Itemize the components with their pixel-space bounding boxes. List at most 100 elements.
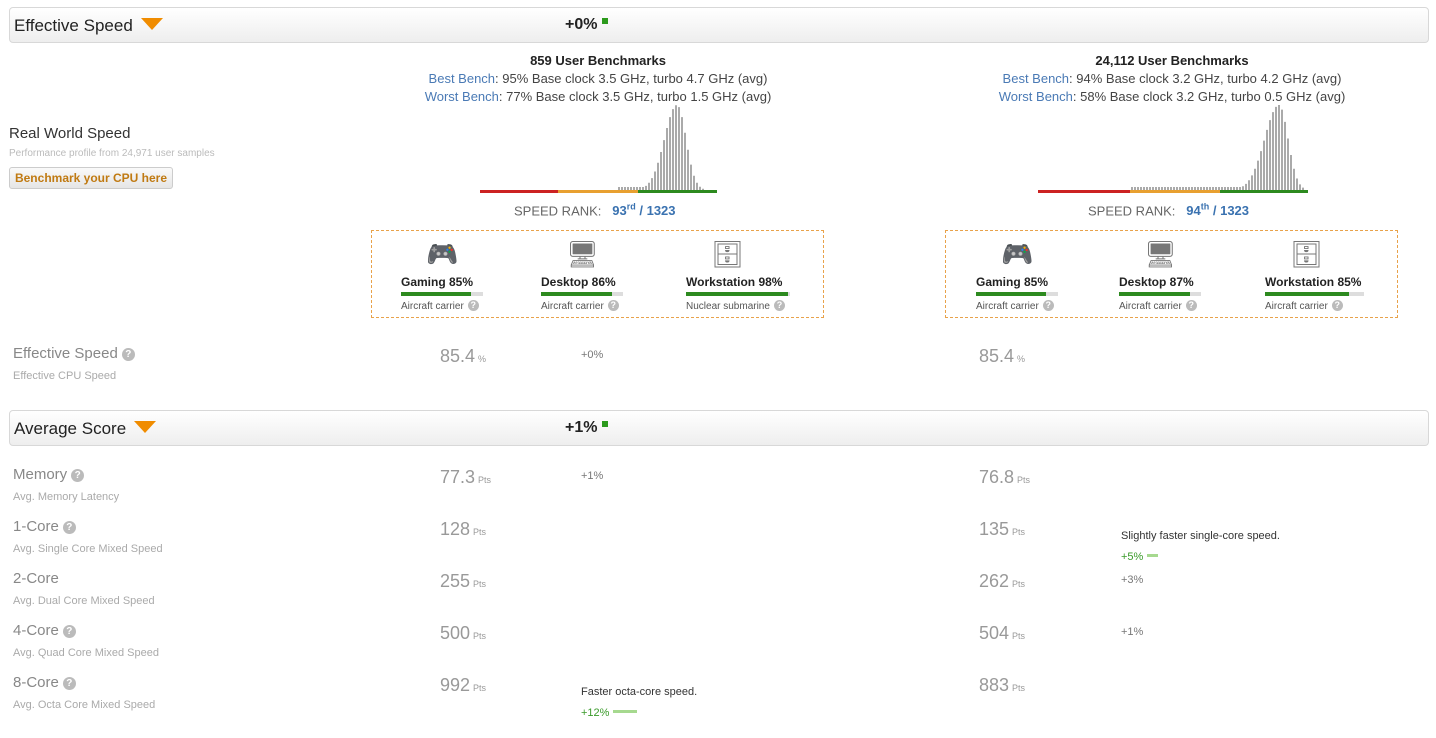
unit-text: Pts	[1012, 631, 1026, 641]
row-label-text: Effective Speed	[13, 345, 118, 362]
right-bench-count: 24,112 User Benchmarks	[1095, 53, 1249, 68]
delta-bar	[1147, 554, 1159, 557]
monitor-icon: 🖥	[566, 239, 600, 269]
unit-text: %	[478, 354, 487, 364]
real-world-speed-subtitle: Performance profile from 24,971 user sam…	[9, 148, 215, 159]
use-bar-fill	[1119, 292, 1191, 296]
delta-value: +0%	[565, 16, 598, 33]
score-row-sub: Avg. Quad Core Mixed Speed	[13, 647, 159, 659]
score-row-label: 8-Core?	[13, 674, 76, 691]
right-benchmark-histogram	[1038, 105, 1308, 193]
left-use-cases: 🎮 Gaming 85% Aircraft carrier? 🖥 Desktop…	[371, 230, 824, 318]
gamepad-icon: 🎮	[426, 239, 459, 269]
histogram-range-segment	[1130, 190, 1220, 193]
help-icon[interactable]: ?	[1042, 300, 1054, 311]
score-delta: +3%	[1121, 574, 1144, 586]
right-score-value: 262 Pts	[979, 571, 1025, 592]
use-label: Desktop 87%	[1119, 275, 1194, 289]
left-effective-speed-value: 85.4%	[440, 346, 486, 367]
best-bench-link[interactable]: Best Bench	[429, 71, 496, 86]
value-text: 883	[979, 675, 1010, 695]
collapse-triangle-icon[interactable]	[134, 421, 157, 433]
use-desktop[interactable]: 🖥 Desktop 87% Aircraft carrier?	[1119, 241, 1229, 312]
unit-text: %	[1017, 354, 1026, 364]
use-sub: Aircraft carrier?	[401, 300, 511, 312]
help-icon[interactable]: ?	[607, 300, 619, 311]
help-icon[interactable]: ?	[1331, 300, 1343, 311]
use-desktop[interactable]: 🖥 Desktop 86% Aircraft carrier?	[541, 241, 651, 312]
help-icon[interactable]: ?	[1185, 300, 1197, 311]
best-bench-text: : 94% Base clock 3.2 GHz, turbo 4.2 GHz …	[1069, 71, 1342, 86]
unit-text: Pts	[473, 631, 487, 641]
unit-text: Pts	[473, 683, 487, 693]
use-workstation[interactable]: 🗄 Workstation 98% Nuclear submarine?	[686, 241, 806, 312]
use-sub-text: Aircraft carrier	[976, 301, 1039, 312]
left-best-bench: Best Bench: 95% Base clock 3.5 GHz, turb…	[388, 71, 808, 86]
score-row-label: 2-Core	[13, 570, 59, 587]
rank-number: 93	[612, 203, 627, 219]
use-sub: Nuclear submarine?	[686, 300, 806, 312]
help-icon[interactable]: ?	[62, 625, 76, 638]
score-delta-positive: +5%	[1121, 551, 1159, 563]
value-text: 135	[979, 519, 1010, 539]
use-bar-fill	[976, 292, 1046, 296]
average-score-section-header[interactable]: Average Score +1%	[9, 410, 1429, 446]
use-sub-text: Aircraft carrier	[401, 301, 464, 312]
delta-value: +1%	[565, 419, 598, 436]
right-score-value: 883 Pts	[979, 675, 1025, 696]
effective-speed-delta-small: +0%	[581, 349, 604, 361]
use-bar-fill	[686, 292, 788, 296]
score-delta-positive: +12%	[581, 707, 638, 719]
help-icon[interactable]: ?	[467, 300, 479, 311]
collapse-triangle-icon[interactable]	[140, 18, 163, 30]
average-score-title: Average Score	[14, 419, 127, 438]
use-bar-fill	[1265, 292, 1350, 296]
monitor-icon: 🖥	[1144, 239, 1178, 269]
use-bar	[541, 292, 623, 296]
help-icon[interactable]: ?	[121, 348, 135, 361]
row-label-text: 2-Core	[13, 570, 59, 587]
real-world-speed-title: Real World Speed	[9, 125, 131, 142]
use-gaming[interactable]: 🎮 Gaming 85% Aircraft carrier?	[401, 241, 511, 312]
green-square-icon	[602, 421, 609, 427]
help-icon[interactable]: ?	[62, 521, 76, 534]
value-text: 504	[979, 623, 1010, 643]
speed-rank-label: SPEED RANK:	[514, 203, 602, 219]
delta-text: +5%	[1121, 551, 1144, 563]
unit-text: Pts	[473, 579, 487, 589]
left-bench-count: 859 User Benchmarks	[530, 53, 666, 68]
effective-speed-delta: +0%	[565, 16, 609, 34]
green-square-icon	[602, 18, 609, 24]
effective-speed-heading: Effective Speed	[14, 16, 163, 36]
score-row-sub: Avg. Single Core Mixed Speed	[13, 543, 163, 555]
score-note: Slightly faster single-core speed.	[1121, 530, 1280, 542]
use-label: Workstation 85%	[1265, 275, 1362, 289]
gamepad-icon: 🎮	[1001, 239, 1034, 269]
speed-rank-label: SPEED RANK:	[1088, 203, 1176, 219]
use-sub-text: Aircraft carrier	[541, 301, 604, 312]
help-icon[interactable]: ?	[773, 300, 785, 311]
histogram-range-segment	[558, 190, 638, 193]
rank-suffix: th	[1200, 202, 1210, 212]
right-best-bench: Best Bench: 94% Base clock 3.2 GHz, turb…	[962, 71, 1382, 86]
use-workstation[interactable]: 🗄 Workstation 85% Aircraft carrier?	[1265, 241, 1385, 312]
rank-number: 94	[1186, 203, 1201, 219]
best-bench-link[interactable]: Best Bench	[1003, 71, 1070, 86]
use-sub-text: Nuclear submarine	[686, 301, 770, 312]
help-icon[interactable]: ?	[71, 469, 85, 482]
score-row-sub: Avg. Memory Latency	[13, 491, 120, 503]
use-gaming[interactable]: 🎮 Gaming 85% Aircraft carrier?	[976, 241, 1086, 312]
row-label-text: 8-Core	[13, 674, 59, 691]
score-row-sub: Avg. Octa Core Mixed Speed	[13, 699, 156, 711]
effective-speed-section-header[interactable]: Effective Speed +0%	[9, 7, 1429, 43]
benchmark-your-cpu-button[interactable]: Benchmark your CPU here	[9, 167, 173, 189]
score-delta: +1%	[1121, 626, 1144, 638]
use-bar	[976, 292, 1058, 296]
right-speed-rank: SPEED RANK: 94th / 1323	[1088, 202, 1249, 218]
effective-speed-row-sub: Effective CPU Speed	[13, 370, 117, 382]
average-score-delta: +1%	[565, 419, 609, 437]
right-effective-speed-value: 85.4%	[979, 346, 1025, 367]
use-bar-fill	[541, 292, 612, 296]
help-icon[interactable]: ?	[62, 677, 76, 690]
rank-suffix: rd	[626, 202, 636, 212]
